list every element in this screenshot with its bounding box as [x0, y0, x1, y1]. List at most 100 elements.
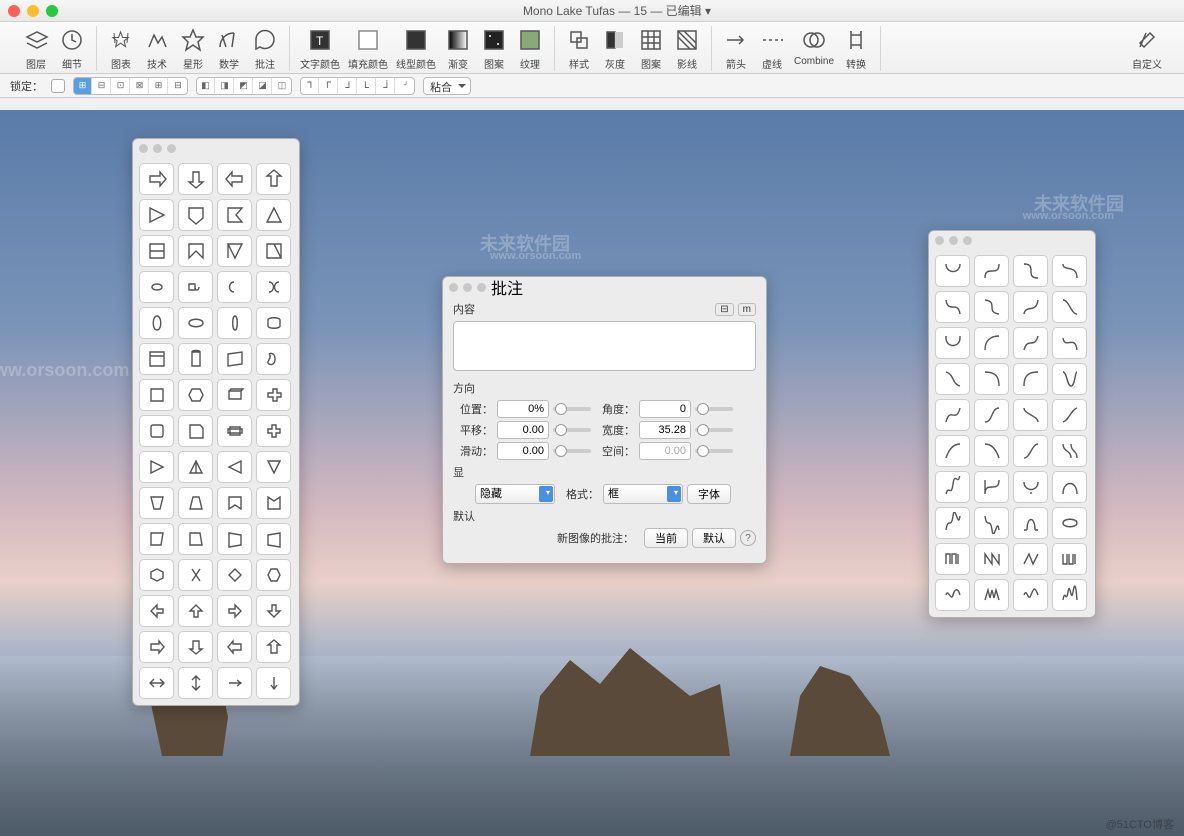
curve-button-12[interactable]: [935, 363, 970, 395]
shape-button-32[interactable]: [139, 451, 174, 483]
shift-input[interactable]: [497, 421, 549, 439]
shape-button-45[interactable]: [178, 559, 213, 591]
width-input[interactable]: [639, 421, 691, 439]
opt-btn[interactable]: ⊡: [112, 78, 130, 94]
shape-button-21[interactable]: [178, 343, 213, 375]
curve-button-10[interactable]: [1013, 327, 1048, 359]
angle-input[interactable]: [639, 400, 691, 418]
ruler-icon[interactable]: ⊟: [715, 303, 733, 316]
position-input[interactable]: [497, 400, 549, 418]
opt-btn[interactable]: ◩: [235, 78, 253, 94]
shift-slider[interactable]: [553, 428, 591, 432]
shape-button-49[interactable]: [178, 595, 213, 627]
shape-button-17[interactable]: [178, 307, 213, 339]
panel-min-icon[interactable]: [463, 283, 472, 292]
shape-button-9[interactable]: [178, 235, 213, 267]
panel-zoom-icon[interactable]: [167, 144, 176, 153]
opt-btn[interactable]: ⊞: [150, 78, 168, 94]
curve-button-20[interactable]: [935, 435, 970, 467]
shape-button-2[interactable]: [217, 163, 252, 195]
shadow-button[interactable]: 影线: [673, 26, 701, 71]
shape-button-6[interactable]: [217, 199, 252, 231]
curve-button-39[interactable]: [1052, 579, 1087, 611]
shape-button-43[interactable]: [256, 523, 291, 555]
curve-button-30[interactable]: [1013, 507, 1048, 539]
pattern2-button[interactable]: 图案: [637, 26, 665, 71]
panel-zoom-icon[interactable]: [477, 283, 486, 292]
opt-btn[interactable]: ◪: [254, 78, 272, 94]
texture-button[interactable]: 纹理: [516, 26, 544, 71]
curve-button-31[interactable]: [1052, 507, 1087, 539]
window-title[interactable]: Mono Lake Tufas — 15 — 已编辑 ▾: [58, 2, 1176, 19]
opt-btn[interactable]: ⊠: [131, 78, 149, 94]
curve-button-13[interactable]: [974, 363, 1009, 395]
curve-button-4[interactable]: [935, 291, 970, 323]
slide-input[interactable]: [497, 442, 549, 460]
shape-button-55[interactable]: [256, 631, 291, 663]
opt-btn[interactable]: ᒧ: [339, 78, 357, 94]
shape-button-18[interactable]: [217, 307, 252, 339]
shape-button-20[interactable]: [139, 343, 174, 375]
curve-button-18[interactable]: [1013, 399, 1048, 431]
star-button[interactable]: 星形: [179, 26, 207, 71]
panel-min-icon[interactable]: [949, 236, 958, 245]
annotate-button[interactable]: 批注: [251, 26, 279, 71]
shape-button-11[interactable]: [256, 235, 291, 267]
shape-button-12[interactable]: [139, 271, 174, 303]
slide-slider[interactable]: [553, 449, 591, 453]
chart-button[interactable]: 图表: [107, 26, 135, 71]
shape-button-27[interactable]: [256, 379, 291, 411]
shape-button-7[interactable]: [256, 199, 291, 231]
shape-button-19[interactable]: [256, 307, 291, 339]
curve-button-33[interactable]: [974, 543, 1009, 575]
opt-btn[interactable]: ⊞: [74, 78, 92, 94]
shape-button-33[interactable]: [178, 451, 213, 483]
fill-color-button[interactable]: 填充颜色: [348, 26, 388, 71]
shape-button-5[interactable]: [178, 199, 213, 231]
shape-button-25[interactable]: [178, 379, 213, 411]
shape-button-54[interactable]: [217, 631, 252, 663]
opt-btn[interactable]: ◨: [216, 78, 234, 94]
panel-close-icon[interactable]: [449, 283, 458, 292]
curve-button-2[interactable]: [1013, 255, 1048, 287]
unit-button[interactable]: m: [738, 303, 756, 316]
help-icon[interactable]: ?: [740, 530, 756, 546]
curve-button-24[interactable]: [935, 471, 970, 503]
shape-button-35[interactable]: [256, 451, 291, 483]
curve-button-3[interactable]: [1052, 255, 1087, 287]
opt-btn[interactable]: ᒢ: [396, 78, 414, 94]
curve-button-28[interactable]: [935, 507, 970, 539]
shape-button-22[interactable]: [217, 343, 252, 375]
shape-button-3[interactable]: [256, 163, 291, 195]
shape-button-30[interactable]: [217, 415, 252, 447]
curve-button-11[interactable]: [1052, 327, 1087, 359]
minimize-icon[interactable]: [27, 5, 39, 17]
curve-button-1[interactable]: [974, 255, 1009, 287]
curve-button-25[interactable]: [974, 471, 1009, 503]
shape-button-28[interactable]: [139, 415, 174, 447]
pattern-button[interactable]: 图案: [480, 26, 508, 71]
hide-select[interactable]: 隐藏: [475, 484, 555, 504]
shape-button-57[interactable]: [178, 667, 213, 699]
curve-button-0[interactable]: [935, 255, 970, 287]
shape-button-51[interactable]: [256, 595, 291, 627]
snap-select[interactable]: 粘合: [423, 77, 471, 95]
opt-btn[interactable]: ᒥ: [320, 78, 338, 94]
shape-button-58[interactable]: [217, 667, 252, 699]
panel-min-icon[interactable]: [153, 144, 162, 153]
shape-button-23[interactable]: [256, 343, 291, 375]
curve-button-6[interactable]: [1013, 291, 1048, 323]
curve-button-21[interactable]: [974, 435, 1009, 467]
default-button[interactable]: 默认: [692, 528, 736, 548]
shape-button-38[interactable]: [217, 487, 252, 519]
shape-button-48[interactable]: [139, 595, 174, 627]
custom-button[interactable]: 自定义: [1132, 26, 1162, 71]
curve-button-37[interactable]: [974, 579, 1009, 611]
shape-button-44[interactable]: [139, 559, 174, 591]
opt-btn[interactable]: ⊟: [169, 78, 187, 94]
shape-button-1[interactable]: [178, 163, 213, 195]
shape-button-31[interactable]: [256, 415, 291, 447]
curve-button-22[interactable]: [1013, 435, 1048, 467]
tech-button[interactable]: 技术: [143, 26, 171, 71]
shape-button-39[interactable]: [256, 487, 291, 519]
